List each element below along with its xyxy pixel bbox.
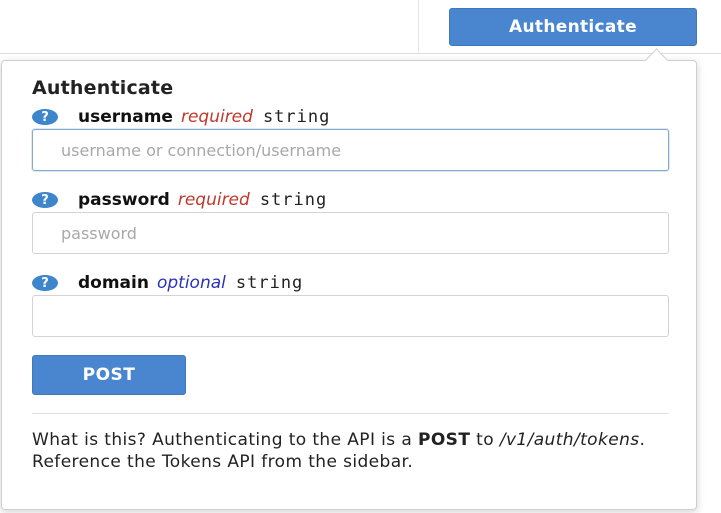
domain-field-header: ? domain optional string <box>32 272 303 294</box>
optional-label: optional <box>156 273 226 293</box>
field-name: username <box>78 107 173 127</box>
required-label: required <box>180 107 253 127</box>
divider <box>32 413 669 414</box>
username-input[interactable] <box>32 129 669 171</box>
question-circle-icon[interactable]: ? <box>32 109 58 125</box>
top-bar-separator <box>418 0 419 54</box>
popover-title: Authenticate <box>32 77 174 99</box>
info-text-part: to <box>470 430 500 450</box>
question-circle-icon[interactable]: ? <box>32 192 58 208</box>
field-type: string <box>235 273 304 293</box>
password-field-header: ? password required string <box>32 189 327 211</box>
post-button[interactable]: POST <box>32 355 186 395</box>
field-type: string <box>259 190 328 210</box>
username-field-header: ? username required string <box>32 106 330 128</box>
password-input[interactable] <box>32 212 669 254</box>
endpoint-path: /v1/auth/tokens <box>499 430 640 450</box>
field-name: password <box>78 190 170 210</box>
question-circle-icon[interactable]: ? <box>32 275 58 291</box>
required-label: required <box>177 190 250 210</box>
domain-input[interactable] <box>32 295 669 337</box>
top-bar-divider <box>0 53 721 54</box>
info-text-part: What is this? Authenticating to the API … <box>32 430 418 450</box>
authenticate-button[interactable]: Authenticate <box>449 8 697 46</box>
field-name: domain <box>78 273 149 293</box>
info-text: What is this? Authenticating to the API … <box>32 429 682 473</box>
http-method: POST <box>417 430 471 450</box>
authenticate-popover: Authenticate ? username required string … <box>1 60 697 510</box>
field-type: string <box>262 107 331 127</box>
